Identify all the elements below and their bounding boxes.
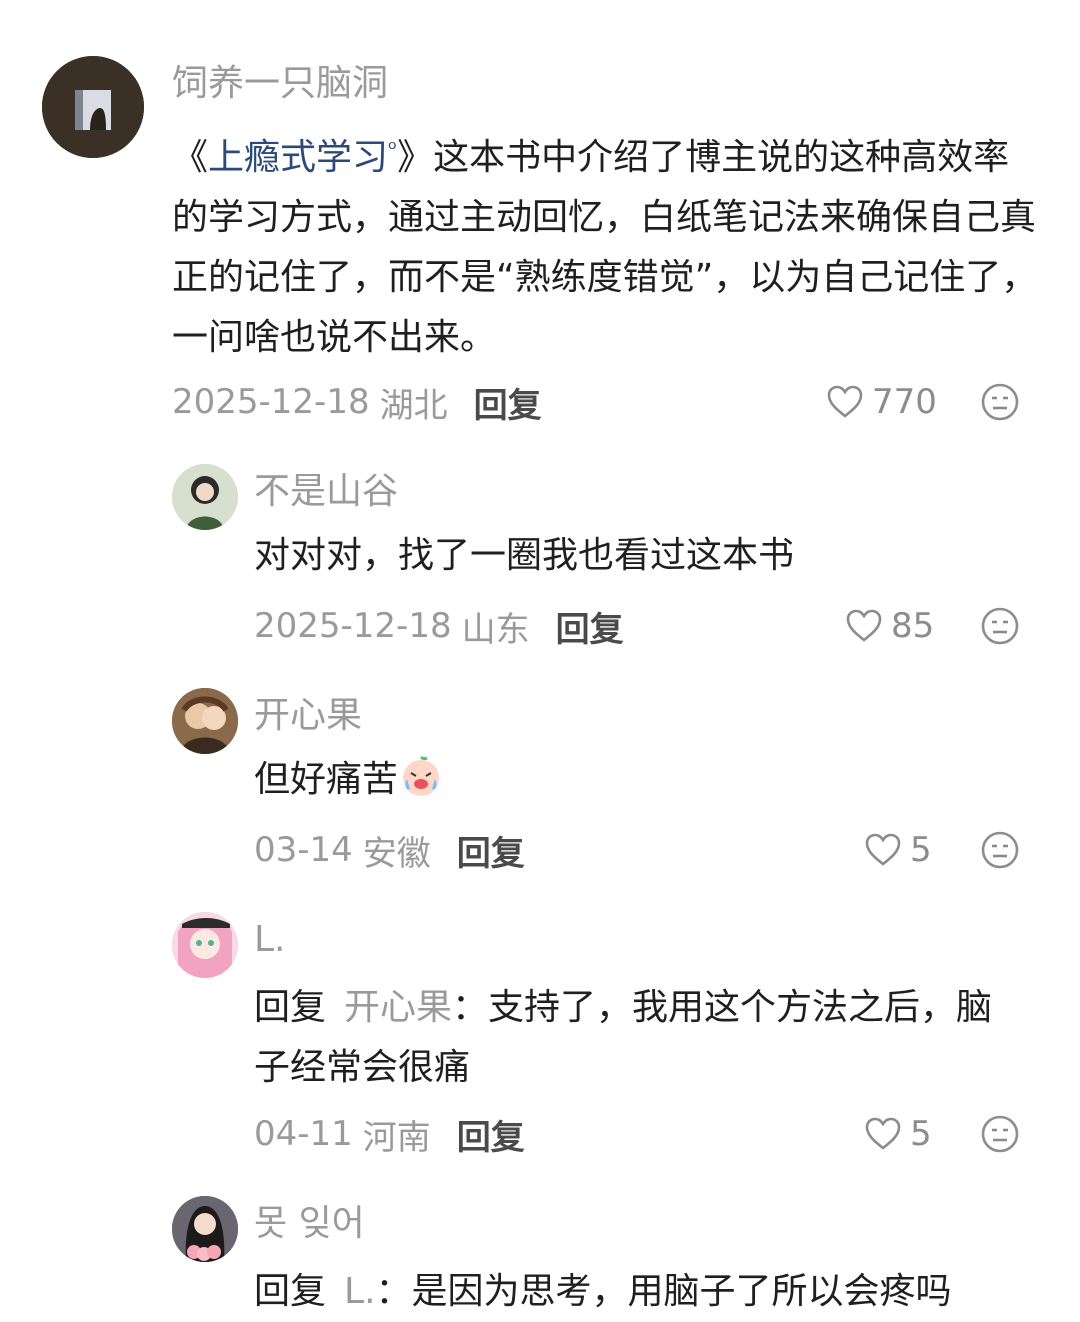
more-button[interactable] [980,830,1020,870]
text-body: ：是因为思考，用脑子了所以会疼吗 [375,1271,952,1312]
comment-text: 对对对，找了一圈我也看过这本书 [254,535,795,576]
comment-location: 山东 [461,609,530,650]
comment-location: 安徽 [362,833,431,874]
username[interactable]: 开心果 [254,694,362,738]
avatar-image [172,1196,238,1262]
avatar[interactable] [42,56,144,158]
comment-location: 河南 [362,1117,431,1158]
crying-face-emoji [403,755,440,796]
comment-text: 回复 L.：是因为思考，用脑子了所以会疼吗 [254,1262,1044,1322]
username[interactable]: 饲养一只脑洞 [172,62,388,106]
like-count: 5 [910,830,932,870]
reply-button[interactable]: 回复 [457,1110,525,1159]
heart-outline-icon [827,385,863,418]
avatar-image [42,56,144,158]
more-button[interactable] [980,606,1020,646]
more-button[interactable] [980,382,1020,422]
heart-outline-icon [865,833,901,866]
more-button[interactable] [980,1114,1020,1154]
comment-text: 回复 开心果：支持了，我用这个方法之后，脑子经常会很痛 [254,978,1014,1098]
username[interactable]: L. [254,918,286,962]
neutral-face-icon [981,607,1019,645]
comment-meta: 04-11 河南 回复 [254,1110,525,1159]
comment-date: 03-14 [254,830,353,870]
neutral-face-icon [981,1115,1019,1153]
avatar-image [172,912,238,978]
avatar-image [172,464,238,530]
comment-meta: 2025-12-18 湖北 回复 [172,378,542,427]
like-count: 85 [891,606,935,646]
reply-button[interactable]: 回复 [457,826,525,875]
reply-prefix: 回复 [254,1271,327,1312]
neutral-face-icon [981,831,1019,869]
avatar[interactable] [172,912,238,978]
reply-prefix: 回复 [254,987,327,1028]
text-body: 但好痛苦 [254,759,399,800]
like-button[interactable]: 770 [826,380,937,424]
like-button[interactable]: 85 [845,604,934,648]
comment-date: 04-11 [254,1114,353,1154]
reply-button[interactable]: 回复 [474,378,542,427]
comment-meta: 03-14 安徽 回复 [254,826,525,875]
comment-location: 湖北 [379,385,448,426]
comment-date: 2025-12-18 [172,382,370,422]
text-prefix: 《 [172,137,209,178]
reply-to-username[interactable]: L. [344,1271,376,1312]
book-link[interactable]: 上瘾式学习 [208,137,388,178]
avatar[interactable] [172,464,238,530]
like-count: 770 [872,382,937,422]
heart-outline-icon [865,1117,901,1150]
comment-text: 《上瘾式学习ᵒ》这本书中介绍了博主说的这种高效率的学习方式，通过主动回忆，白纸笔… [172,120,1042,368]
comment-meta: 2025-12-18 山东 回复 [254,602,624,651]
avatar-image [172,688,238,754]
comment-text: 但好痛苦 [254,750,1044,810]
reply-to-username[interactable]: 开心果 [344,987,452,1028]
neutral-face-icon [981,383,1019,421]
like-button[interactable]: 5 [864,1112,932,1156]
username[interactable]: 못 잊어 [254,1202,365,1246]
reply-button[interactable]: 回复 [556,602,624,651]
avatar[interactable] [172,688,238,754]
like-button[interactable]: 5 [864,828,932,872]
username[interactable]: 不是山谷 [254,470,398,514]
avatar[interactable] [172,1196,238,1262]
comment-date: 2025-12-18 [254,606,452,646]
search-icon[interactable]: ᵒ [388,137,397,162]
like-count: 5 [910,1114,932,1154]
heart-outline-icon [846,609,882,642]
